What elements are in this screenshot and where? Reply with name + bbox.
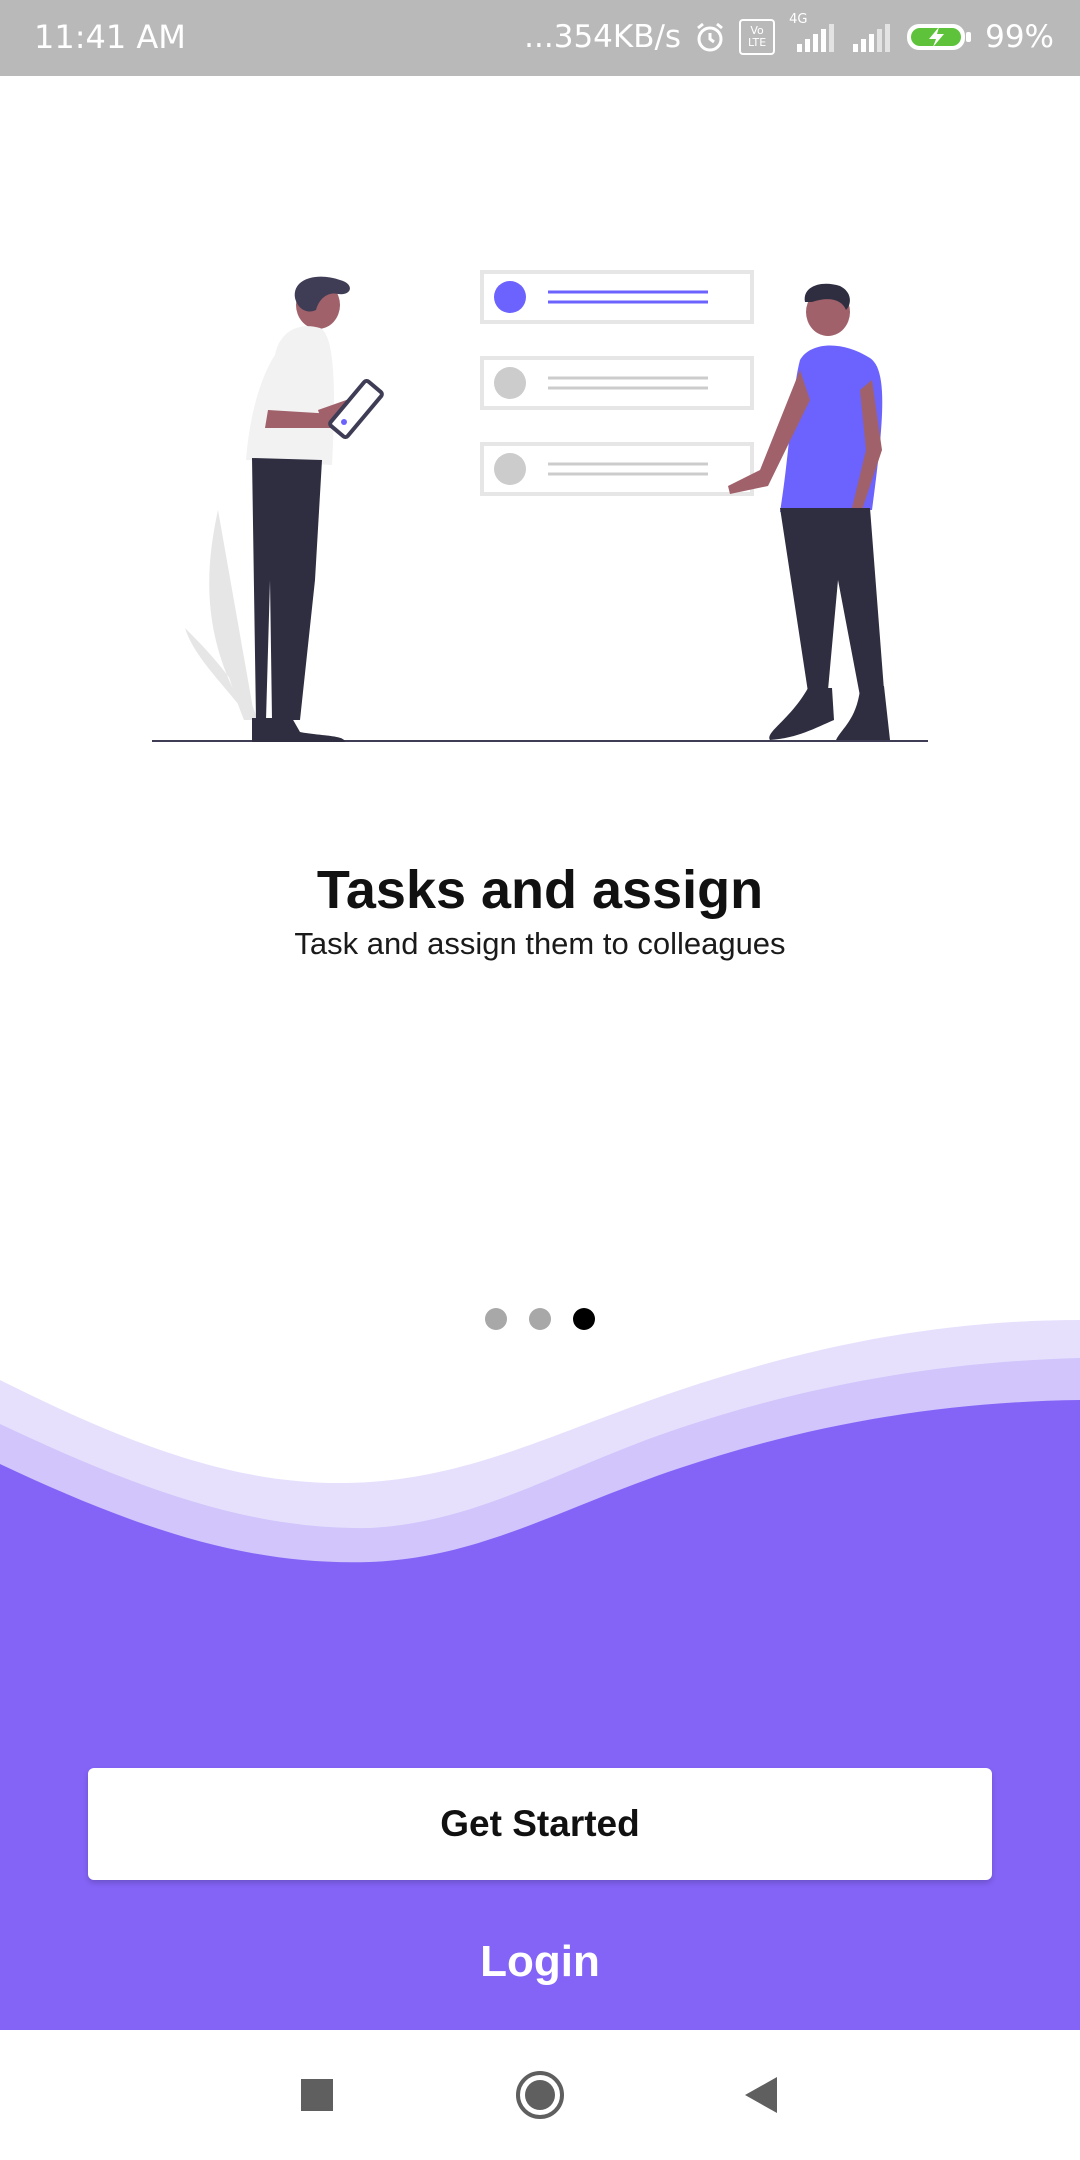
status-icons: ...354KB/s Vo LTE 4G 99% [524, 12, 1054, 60]
network-speed: ...354KB/s [524, 19, 682, 55]
circle-icon [516, 2071, 564, 2119]
onboarding-illustration [152, 270, 928, 742]
system-nav-bar [0, 2030, 1080, 2160]
back-button[interactable] [726, 2060, 796, 2130]
signal-icon [851, 20, 893, 54]
status-time: 11:41 AM [34, 18, 186, 56]
get-started-button[interactable]: Get Started [88, 1768, 992, 1880]
task-card-2 [480, 356, 754, 410]
page-dot-1[interactable] [485, 1308, 507, 1330]
battery-level: 99% [985, 19, 1054, 55]
cellular-signal-icon: 4G [787, 12, 839, 54]
battery-charging-icon [905, 20, 973, 54]
person-pointing [728, 283, 890, 740]
wave-background [0, 1320, 1080, 2030]
home-button[interactable] [505, 2060, 575, 2130]
login-link[interactable]: Login [0, 1932, 1080, 1992]
person-with-tablet [246, 276, 384, 742]
network-type: 4G [789, 12, 808, 27]
status-bar: 11:41 AM ...354KB/s Vo LTE 4G 99% [0, 0, 1080, 76]
triangle-back-icon [745, 2077, 777, 2113]
page-title: Tasks and assign [316, 860, 764, 920]
page-indicator [0, 1308, 1080, 1330]
square-icon [301, 2079, 333, 2111]
page-subtitle: Task and assign them to colleagues [294, 926, 786, 961]
alarm-icon [693, 20, 727, 54]
recents-button[interactable] [282, 2060, 352, 2130]
volte-icon: Vo LTE [739, 19, 776, 55]
page-dot-3-active[interactable] [573, 1308, 595, 1330]
task-card-3 [480, 442, 754, 496]
task-card-1 [480, 270, 754, 324]
page-dot-2[interactable] [529, 1308, 551, 1330]
